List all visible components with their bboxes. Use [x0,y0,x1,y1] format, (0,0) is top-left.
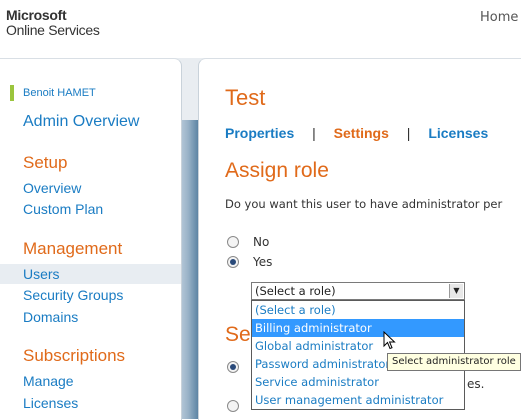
sidebar-item-custom-plan[interactable]: Custom Plan [23,201,103,217]
role-select[interactable]: (Select a role) ▼ [251,282,465,300]
tab-bar: Properties | Settings | Licenses [225,125,488,141]
page-title: Test [225,85,266,110]
sidebar-item-licenses[interactable]: Licenses [23,395,78,411]
radio-option-partial[interactable] [227,361,253,373]
sidebar-item-security-groups[interactable]: Security Groups [23,287,123,303]
subscriptions-heading: Subscriptions [23,346,126,365]
radio-no-button[interactable] [227,236,239,248]
dropdown-option-billing-administrator[interactable]: Billing administrator [252,319,464,337]
admin-question: Do you want this user to have administra… [225,197,503,211]
dropdown-option-user-management-administrator[interactable]: User management administrator [252,391,464,409]
setup-heading: Setup [23,153,68,172]
radio-yes-button[interactable] [227,256,239,268]
tab-properties[interactable]: Properties [225,125,294,141]
admin-overview-link[interactable]: Admin Overview [23,113,139,131]
tab-settings[interactable]: Settings [334,125,389,141]
sidebar-item-manage[interactable]: Manage [23,373,74,389]
tab-separator: | [312,125,316,141]
role-select-value: (Select a role) [255,284,336,298]
radio-yes-label: Yes [253,255,273,269]
partial-text: es. [467,377,485,391]
tab-licenses[interactable]: Licenses [428,125,488,141]
user-marker-icon [10,85,14,101]
sidebar-item-overview[interactable]: Overview [23,180,81,196]
radio-partial-button[interactable] [227,361,239,373]
role-tooltip: Select administrator role [387,353,521,371]
chevron-down-icon[interactable]: ▼ [449,284,463,298]
radio-no[interactable]: No [227,235,269,249]
tab-separator: | [406,125,411,141]
left-nav-panel: Benoit HAMET Admin Overview Setup Overvi… [0,58,182,420]
dropdown-option-select-a-role[interactable]: (Select a role) [252,301,464,319]
radio-no-label: No [253,235,270,249]
current-user: Benoit HAMET [10,85,96,101]
sidebar-item-domains[interactable]: Domains [23,309,78,325]
sidebar-item-users[interactable]: Users [0,264,181,284]
radio-partial-button-2[interactable] [227,400,239,412]
user-name: Benoit HAMET [23,87,96,99]
header: Microsoft Online Services Home [0,0,521,58]
dropdown-option-service-administrator[interactable]: Service administrator [252,373,464,391]
second-section-heading: Se [225,323,251,346]
mouse-cursor-icon [383,331,396,350]
logo-line2: Online Services [6,21,100,38]
microsoft-online-services-logo[interactable]: Microsoft Online Services [6,8,100,37]
logo-line1: Microsoft [6,7,67,23]
radio-yes[interactable]: Yes [227,255,272,269]
home-link[interactable]: Home [480,10,518,25]
assign-role-heading: Assign role [225,159,329,182]
management-heading: Management [23,239,123,258]
